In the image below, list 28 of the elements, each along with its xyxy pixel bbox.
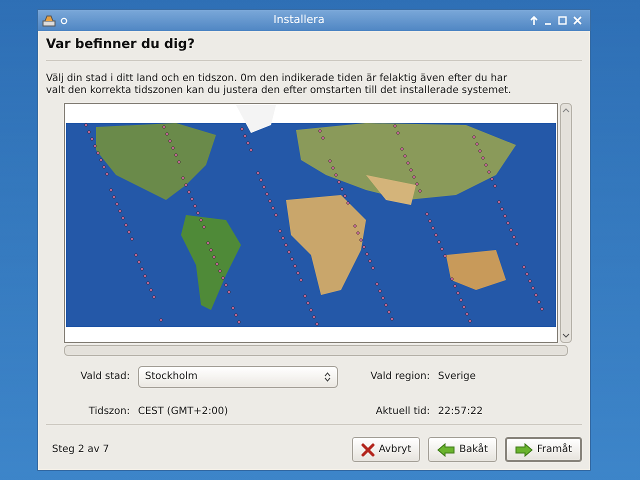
window-title: Installera xyxy=(272,12,326,28)
chevron-down-icon[interactable] xyxy=(562,332,570,338)
page-heading: Var befinner du dig? xyxy=(46,35,582,60)
description-text: Välj din stad i ditt land och en tidszon. 0m den indikerade tiden är felaktig även efter du har valt den korrekta tidszonen kan du justera den efter omstarten till det installerade systemet. xyxy=(46,72,512,96)
left-arrow-icon xyxy=(437,442,456,456)
installer-icon[interactable] xyxy=(42,14,56,26)
forward-button[interactable]: Framåt xyxy=(504,437,582,462)
time-value: 22:57:22 xyxy=(438,404,484,418)
right-arrow-icon xyxy=(514,442,533,456)
up-arrow-icon[interactable] xyxy=(530,16,538,25)
region-label: Vald region: xyxy=(370,370,430,384)
time-label: Aktuell tid: xyxy=(374,404,430,418)
cancel-button[interactable]: Avbryt xyxy=(352,437,420,462)
close-icon[interactable] xyxy=(573,16,582,25)
chevron-up-icon[interactable] xyxy=(562,106,570,112)
step-indicator: Steg 2 av 7 xyxy=(52,443,110,457)
timezone-value: CEST (GMT+2:00) xyxy=(138,404,230,418)
updown-icon xyxy=(324,372,331,382)
horizontal-scrollbar[interactable] xyxy=(64,344,568,356)
maximize-icon[interactable] xyxy=(558,16,567,25)
region-value: Sverige xyxy=(438,370,477,384)
menu-dot-icon[interactable] xyxy=(60,16,68,24)
city-dropdown[interactable]: Stockholm xyxy=(138,366,338,388)
vertical-scrollbar[interactable] xyxy=(560,102,572,342)
back-button[interactable]: Bakåt xyxy=(428,437,497,462)
timezone-label: Tidszon: xyxy=(88,404,130,418)
cross-icon xyxy=(360,442,375,456)
city-label: Vald stad: xyxy=(80,370,130,384)
